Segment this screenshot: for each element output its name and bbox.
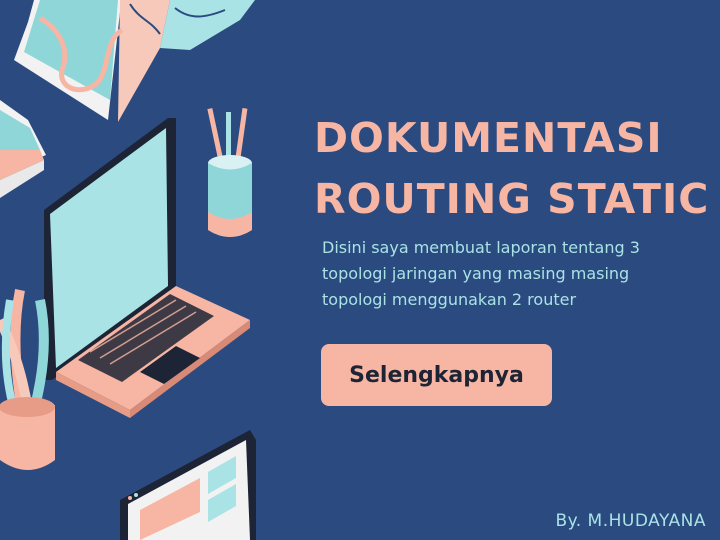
author-credit: By. M.HUDAYANA bbox=[555, 511, 706, 531]
page-title: DOKUMENTASI ROUTING STATIC bbox=[314, 108, 709, 230]
map-icon bbox=[14, 0, 255, 122]
browser-window-icon bbox=[120, 430, 256, 540]
title-line-2: ROUTING STATIC bbox=[314, 175, 710, 223]
description-text: Disini saya membuat laporan tentang 3 to… bbox=[322, 238, 640, 309]
selengkapnya-button[interactable]: Selengkapnya bbox=[321, 344, 552, 406]
pencil-cup-icon bbox=[207, 108, 252, 237]
title-line-1: DOKUMENTASI bbox=[314, 114, 663, 162]
books-icon bbox=[0, 100, 46, 198]
